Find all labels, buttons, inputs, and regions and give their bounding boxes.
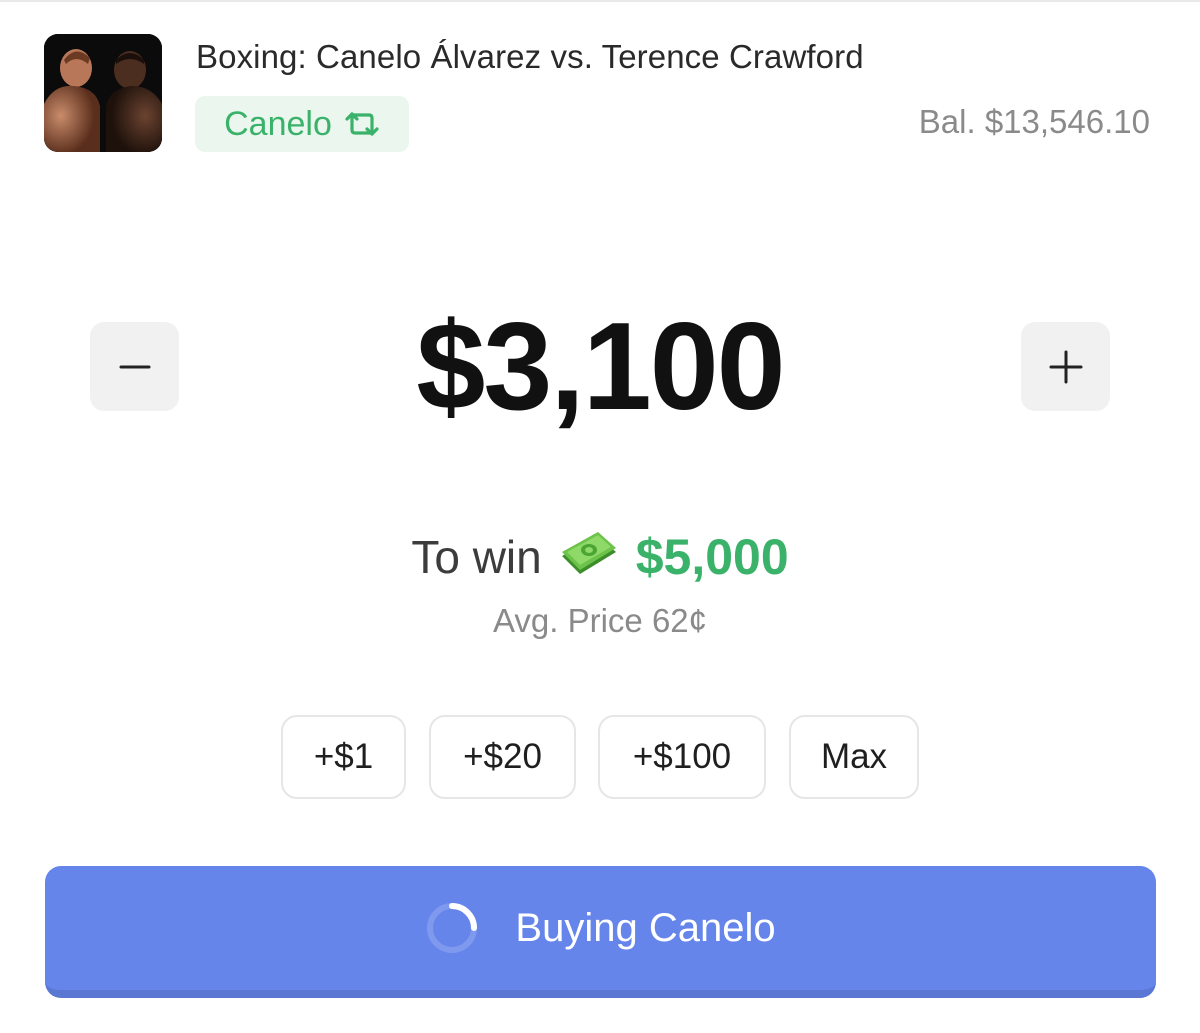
market-thumbnail bbox=[44, 34, 162, 152]
quick-add-row: +$1 +$20 +$100 Max bbox=[0, 715, 1200, 799]
market-title: Boxing: Canelo Álvarez vs. Terence Crawf… bbox=[196, 38, 864, 75]
buy-button[interactable]: Buying Canelo bbox=[45, 866, 1156, 998]
quick-add-1-button[interactable]: +$1 bbox=[281, 715, 406, 799]
balance: Bal. $13,546.10 bbox=[918, 103, 1150, 140]
outcome-switch-pill[interactable]: Canelo bbox=[195, 96, 409, 152]
plus-icon bbox=[1049, 350, 1082, 383]
increase-amount-button[interactable] bbox=[1021, 322, 1110, 411]
average-price: Avg. Price 62¢ bbox=[492, 602, 708, 639]
to-win-label: To win bbox=[411, 531, 542, 583]
quick-add-max-button[interactable]: Max bbox=[789, 715, 919, 799]
loading-spinner-icon bbox=[427, 903, 478, 953]
quick-add-20-button[interactable]: +$20 bbox=[429, 715, 576, 799]
swap-arrows-icon bbox=[344, 110, 380, 138]
outcome-label: Canelo bbox=[224, 104, 332, 143]
to-win-row: To win $5,000 bbox=[0, 528, 1200, 586]
top-divider bbox=[0, 0, 1200, 2]
buy-button-label: Buying Canelo bbox=[515, 905, 776, 950]
quick-add-100-button[interactable]: +$100 bbox=[598, 715, 766, 799]
money-bill-icon bbox=[560, 531, 618, 583]
to-win-value: $5,000 bbox=[635, 529, 789, 585]
order-amount[interactable]: $3,100 bbox=[0, 296, 1200, 438]
